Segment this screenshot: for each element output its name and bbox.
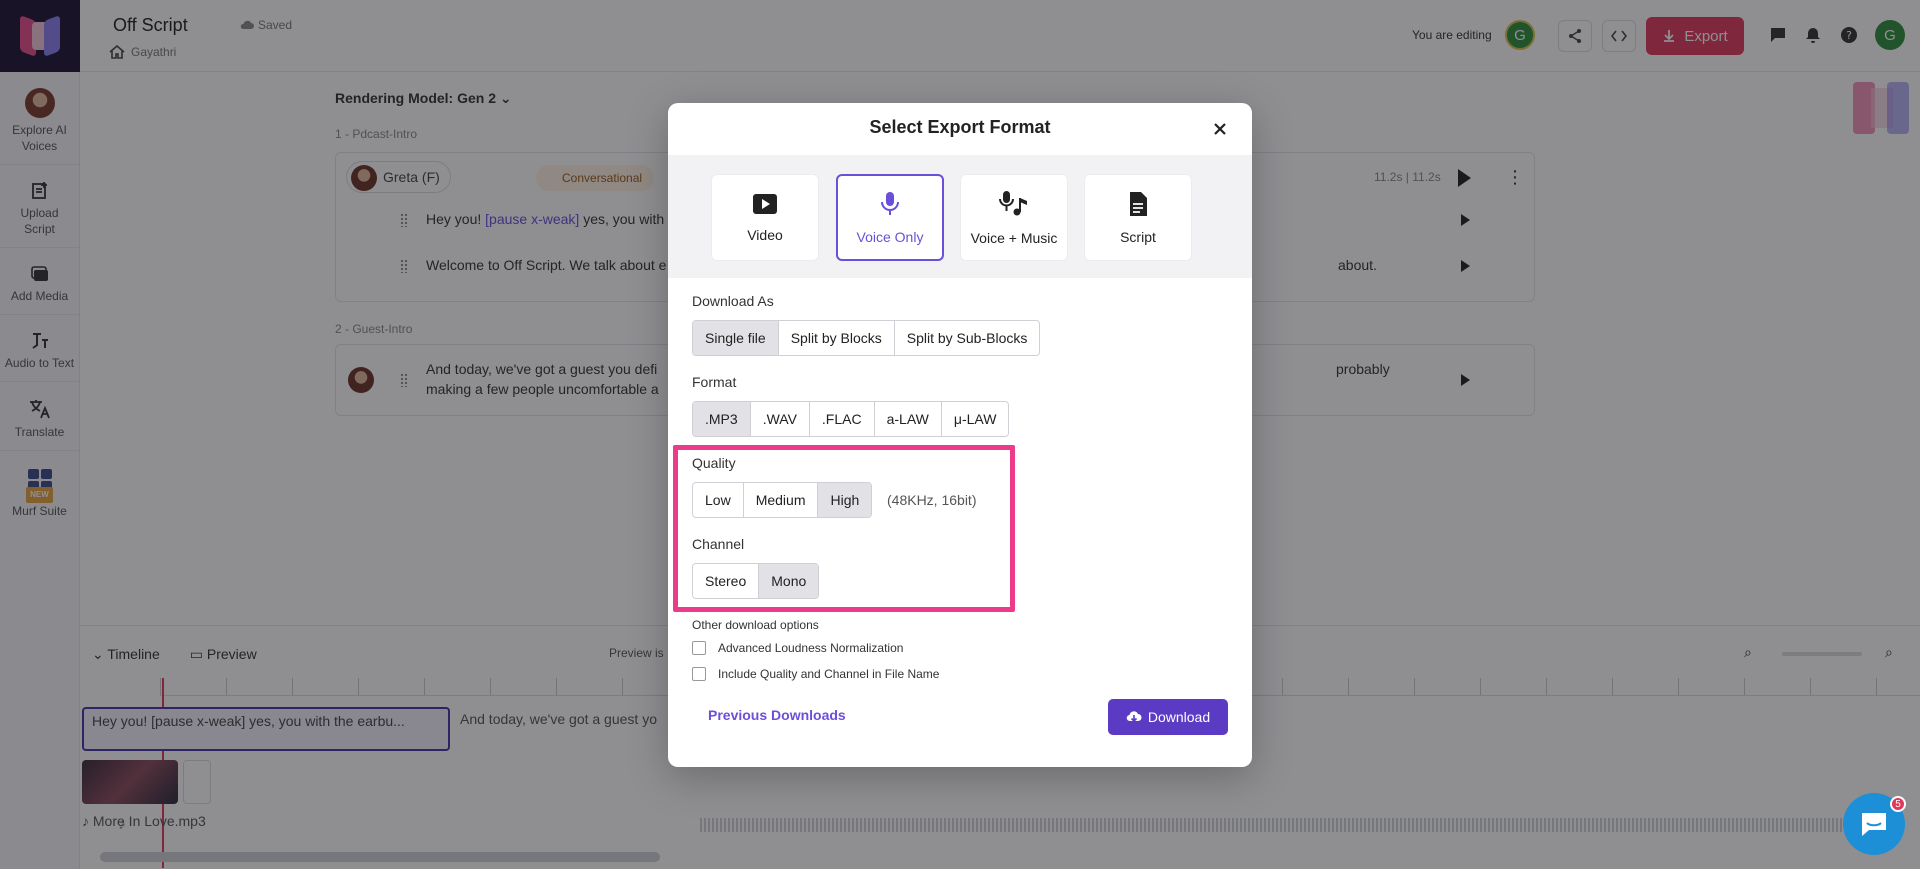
download-button[interactable]: Download	[1108, 699, 1228, 735]
tile-label: Video	[747, 226, 783, 243]
format-label: Format	[692, 374, 737, 390]
checkbox-label: Include Quality and Channel in File Name	[718, 667, 940, 681]
tile-script[interactable]: Script	[1084, 174, 1192, 261]
other-options-label: Other download options	[692, 618, 819, 632]
tile-label: Voice + Music	[970, 229, 1058, 246]
channel-mono[interactable]: Mono	[759, 564, 819, 598]
close-button[interactable]	[1210, 119, 1230, 139]
previous-downloads-link[interactable]: Previous Downloads	[708, 707, 846, 723]
loudness-checkbox[interactable]	[692, 641, 706, 655]
format-wav[interactable]: .WAV	[750, 402, 810, 436]
quality-label: Quality	[692, 455, 736, 471]
chat-icon	[1862, 813, 1886, 836]
channel-options: Stereo Mono	[692, 563, 820, 599]
quality-medium[interactable]: Medium	[743, 483, 819, 517]
option-split-by-blocks[interactable]: Split by Blocks	[778, 321, 895, 355]
download-as-options: Single file Split by Blocks Split by Sub…	[692, 320, 1041, 356]
format-options: .MP3 .WAV .FLAC a-LAW μ-LAW	[692, 401, 1010, 437]
tile-label: Voice Only	[856, 228, 924, 245]
quality-low[interactable]: Low	[693, 483, 744, 517]
download-as-label: Download As	[692, 293, 774, 309]
document-icon	[1130, 191, 1147, 216]
checkbox-label: Advanced Loudness Normalization	[718, 641, 904, 655]
download-label: Download	[1147, 709, 1211, 725]
export-type-strip: Video Voice Only Voice + Music Script	[668, 155, 1252, 278]
format-ulaw[interactable]: μ-LAW	[941, 402, 1009, 436]
option-single-file[interactable]: Single file	[693, 321, 779, 355]
include-quality-checkbox[interactable]	[692, 667, 706, 681]
microphone-icon	[881, 191, 899, 215]
tile-label: Script	[1120, 228, 1156, 245]
close-icon	[1214, 123, 1226, 135]
export-format-modal: Select Export Format Video Voice Only Vo…	[668, 103, 1252, 767]
mic-music-icon	[999, 190, 1027, 215]
format-flac[interactable]: .FLAC	[809, 402, 875, 436]
video-play-icon	[753, 193, 777, 214]
quality-options: Low Medium High	[692, 482, 873, 518]
modal-title: Select Export Format	[869, 117, 1051, 137]
loudness-normalization-option[interactable]: Advanced Loudness Normalization	[692, 641, 903, 655]
format-alaw[interactable]: a-LAW	[874, 402, 942, 436]
channel-stereo[interactable]: Stereo	[693, 564, 760, 598]
tile-voice-music[interactable]: Voice + Music	[960, 174, 1068, 261]
cloud-download-icon	[1126, 711, 1142, 723]
format-mp3[interactable]: .MP3	[693, 402, 751, 436]
tile-voice-only[interactable]: Voice Only	[836, 174, 944, 261]
tile-video[interactable]: Video	[711, 174, 819, 261]
channel-label: Channel	[692, 536, 745, 552]
option-split-by-sub-blocks[interactable]: Split by Sub-Blocks	[894, 321, 1040, 355]
quality-spec: (48KHz, 16bit)	[887, 492, 977, 508]
chat-notification-badge: 5	[1890, 796, 1906, 812]
quality-high[interactable]: High	[818, 483, 872, 517]
include-quality-option[interactable]: Include Quality and Channel in File Name	[692, 667, 939, 681]
